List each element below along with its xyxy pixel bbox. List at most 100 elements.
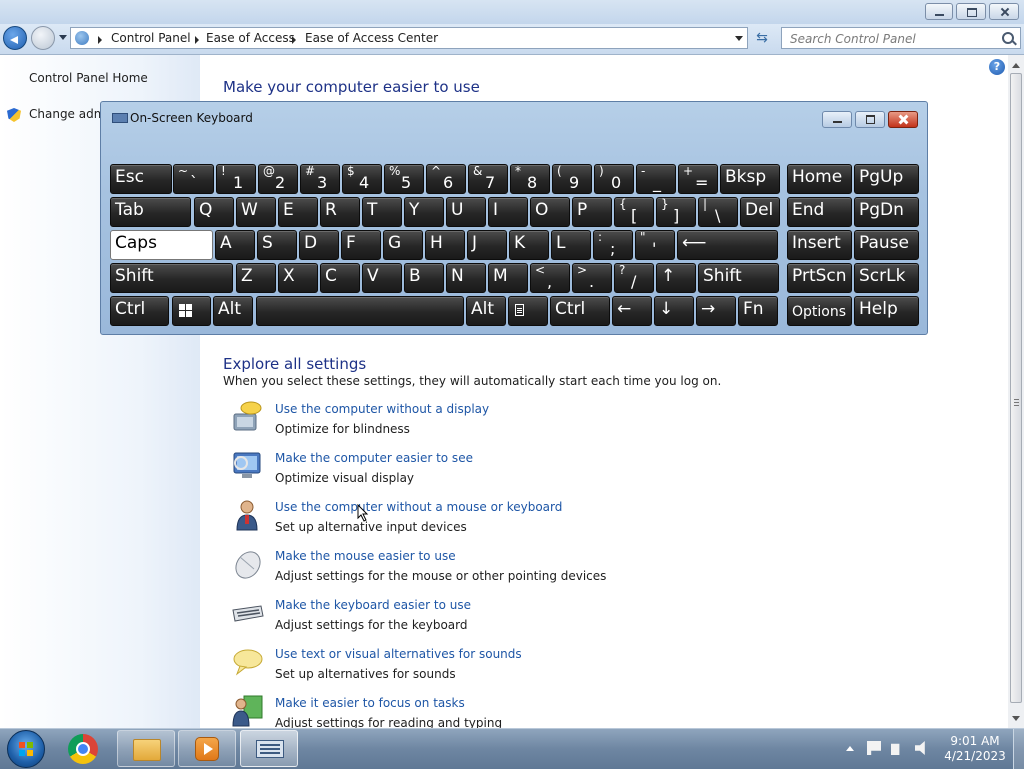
key-help[interactable]: Help (854, 296, 919, 326)
key-print-screen[interactable]: PrtScn (787, 263, 852, 293)
key-3[interactable]: #3 (300, 164, 340, 194)
show-hidden-icons-icon[interactable] (846, 746, 854, 751)
key-insert[interactable]: Insert (787, 230, 852, 260)
key-caps-lock[interactable]: Caps (110, 230, 213, 260)
key-m[interactable]: M (488, 263, 528, 293)
key-z[interactable]: Z (236, 263, 276, 293)
key-47[interactable]: ? / (614, 263, 654, 293)
setting-link[interactable]: Use the computer without a display (275, 402, 489, 416)
help-icon[interactable]: ? (989, 59, 1005, 75)
network-icon[interactable] (891, 743, 900, 755)
key-shift[interactable]: Shift (698, 263, 779, 293)
key-shift[interactable]: Shift (110, 263, 233, 293)
maximize-button[interactable] (956, 3, 986, 20)
scroll-down-icon[interactable] (1012, 716, 1020, 721)
key-page-down[interactable]: PgDn (854, 197, 919, 227)
clock[interactable]: 9:01 AM 4/21/2023 (940, 734, 1010, 764)
key-q[interactable]: Q (194, 197, 234, 227)
key-u[interactable]: U (446, 197, 486, 227)
key-x[interactable]: X (278, 263, 318, 293)
breadcrumb-control-panel[interactable]: Control Panel (111, 31, 191, 45)
taskbar-explorer[interactable] (117, 730, 175, 767)
setting-link[interactable]: Make the computer easier to see (275, 451, 473, 465)
key-61[interactable]: + = (678, 164, 718, 194)
key-h[interactable]: H (425, 230, 465, 260)
scrollbar-thumb[interactable] (1010, 73, 1022, 703)
key-0[interactable]: ) 0 (594, 164, 634, 194)
key-esc[interactable]: Esc (110, 164, 172, 194)
key-6[interactable]: ^ 6 (426, 164, 466, 194)
breadcrumb-ease-of-access-center[interactable]: Ease of Access Center (305, 31, 438, 45)
taskbar-chrome[interactable] (55, 730, 113, 767)
key-96[interactable]: ~ ` (173, 164, 214, 194)
key-92[interactable]: | \ (698, 197, 738, 227)
key-p[interactable]: P (572, 197, 612, 227)
key-r[interactable]: R (320, 197, 360, 227)
key-ctrl[interactable]: Ctrl (110, 296, 169, 326)
start-button[interactable] (7, 730, 45, 768)
breadcrumb-separator-icon[interactable] (98, 36, 102, 44)
key-g[interactable]: G (383, 230, 423, 260)
key-options[interactable]: Options (787, 296, 852, 326)
key-5[interactable]: % 5 (384, 164, 424, 194)
search-input[interactable] (788, 30, 1002, 48)
key-39[interactable]: " ' (635, 230, 675, 260)
key-alt[interactable]: Alt (213, 296, 253, 326)
key-9[interactable]: (9 (552, 164, 592, 194)
key-backspace[interactable]: Bksp (720, 164, 780, 194)
key-2[interactable]: @2 (258, 164, 298, 194)
key-w[interactable]: W (236, 197, 276, 227)
change-admin-settings-link[interactable]: Change admi (29, 107, 109, 121)
key-v[interactable]: V (362, 263, 402, 293)
close-button[interactable] (989, 3, 1019, 20)
key-arrow-up[interactable]: ↑ (656, 263, 696, 293)
scroll-up-icon[interactable] (1012, 63, 1020, 68)
key-8[interactable]: * 8 (510, 164, 550, 194)
setting-link[interactable]: Use text or visual alternatives for soun… (275, 647, 522, 661)
key-f[interactable]: F (341, 230, 381, 260)
breadcrumb-separator-icon[interactable] (195, 36, 199, 44)
key-arrow-left[interactable]: ← (612, 296, 652, 326)
back-button[interactable] (3, 26, 27, 50)
setting-link[interactable]: Use the computer without a mouse or keyb… (275, 500, 562, 514)
key-1[interactable]: ! 1 (216, 164, 256, 194)
key-page-up[interactable]: PgUp (854, 164, 919, 194)
address-dropdown-icon[interactable] (735, 36, 743, 41)
key-tab[interactable]: Tab (110, 197, 191, 227)
taskbar-on-screen-keyboard[interactable] (240, 730, 298, 767)
key-46[interactable]: >. (572, 263, 612, 293)
key-arrow-down[interactable]: ↓ (654, 296, 694, 326)
key-7[interactable]: & 7 (468, 164, 508, 194)
osk-close-button[interactable] (888, 111, 918, 128)
control-panel-home-link[interactable]: Control Panel Home (29, 71, 148, 85)
key-scroll-lock[interactable]: ScrLk (854, 263, 919, 293)
taskbar-media-player[interactable] (178, 730, 236, 767)
breadcrumb-separator-icon[interactable] (292, 36, 296, 44)
search-box[interactable] (781, 27, 1021, 49)
key-ctrl[interactable]: Ctrl (550, 296, 610, 326)
key-e[interactable]: E (278, 197, 318, 227)
breadcrumb-ease-of-access[interactable]: Ease of Access (206, 31, 295, 45)
key-d[interactable]: D (299, 230, 339, 260)
show-desktop-button[interactable] (1013, 729, 1024, 769)
key-c[interactable]: C (320, 263, 360, 293)
setting-link[interactable]: Make the keyboard easier to use (275, 598, 471, 612)
key-91[interactable]: {[ (614, 197, 654, 227)
key-fn[interactable]: Fn (738, 296, 778, 326)
recent-pages-dropdown[interactable] (59, 35, 67, 40)
key-t[interactable]: T (362, 197, 402, 227)
forward-button[interactable] (31, 26, 55, 50)
key-59[interactable]: :; (593, 230, 633, 260)
action-center-icon[interactable] (867, 741, 881, 755)
key-i[interactable]: I (488, 197, 528, 227)
key-44[interactable]: <, (530, 263, 570, 293)
key-y[interactable]: Y (404, 197, 444, 227)
key-windows[interactable] (172, 296, 211, 326)
key-l[interactable]: L (551, 230, 591, 260)
osk-minimize-button[interactable] (822, 111, 852, 128)
key-s[interactable]: S (257, 230, 297, 260)
volume-icon[interactable] (915, 741, 925, 755)
osk-maximize-button[interactable] (855, 111, 885, 128)
key-menu[interactable] (508, 296, 548, 326)
key-delete[interactable]: Del (740, 197, 780, 227)
